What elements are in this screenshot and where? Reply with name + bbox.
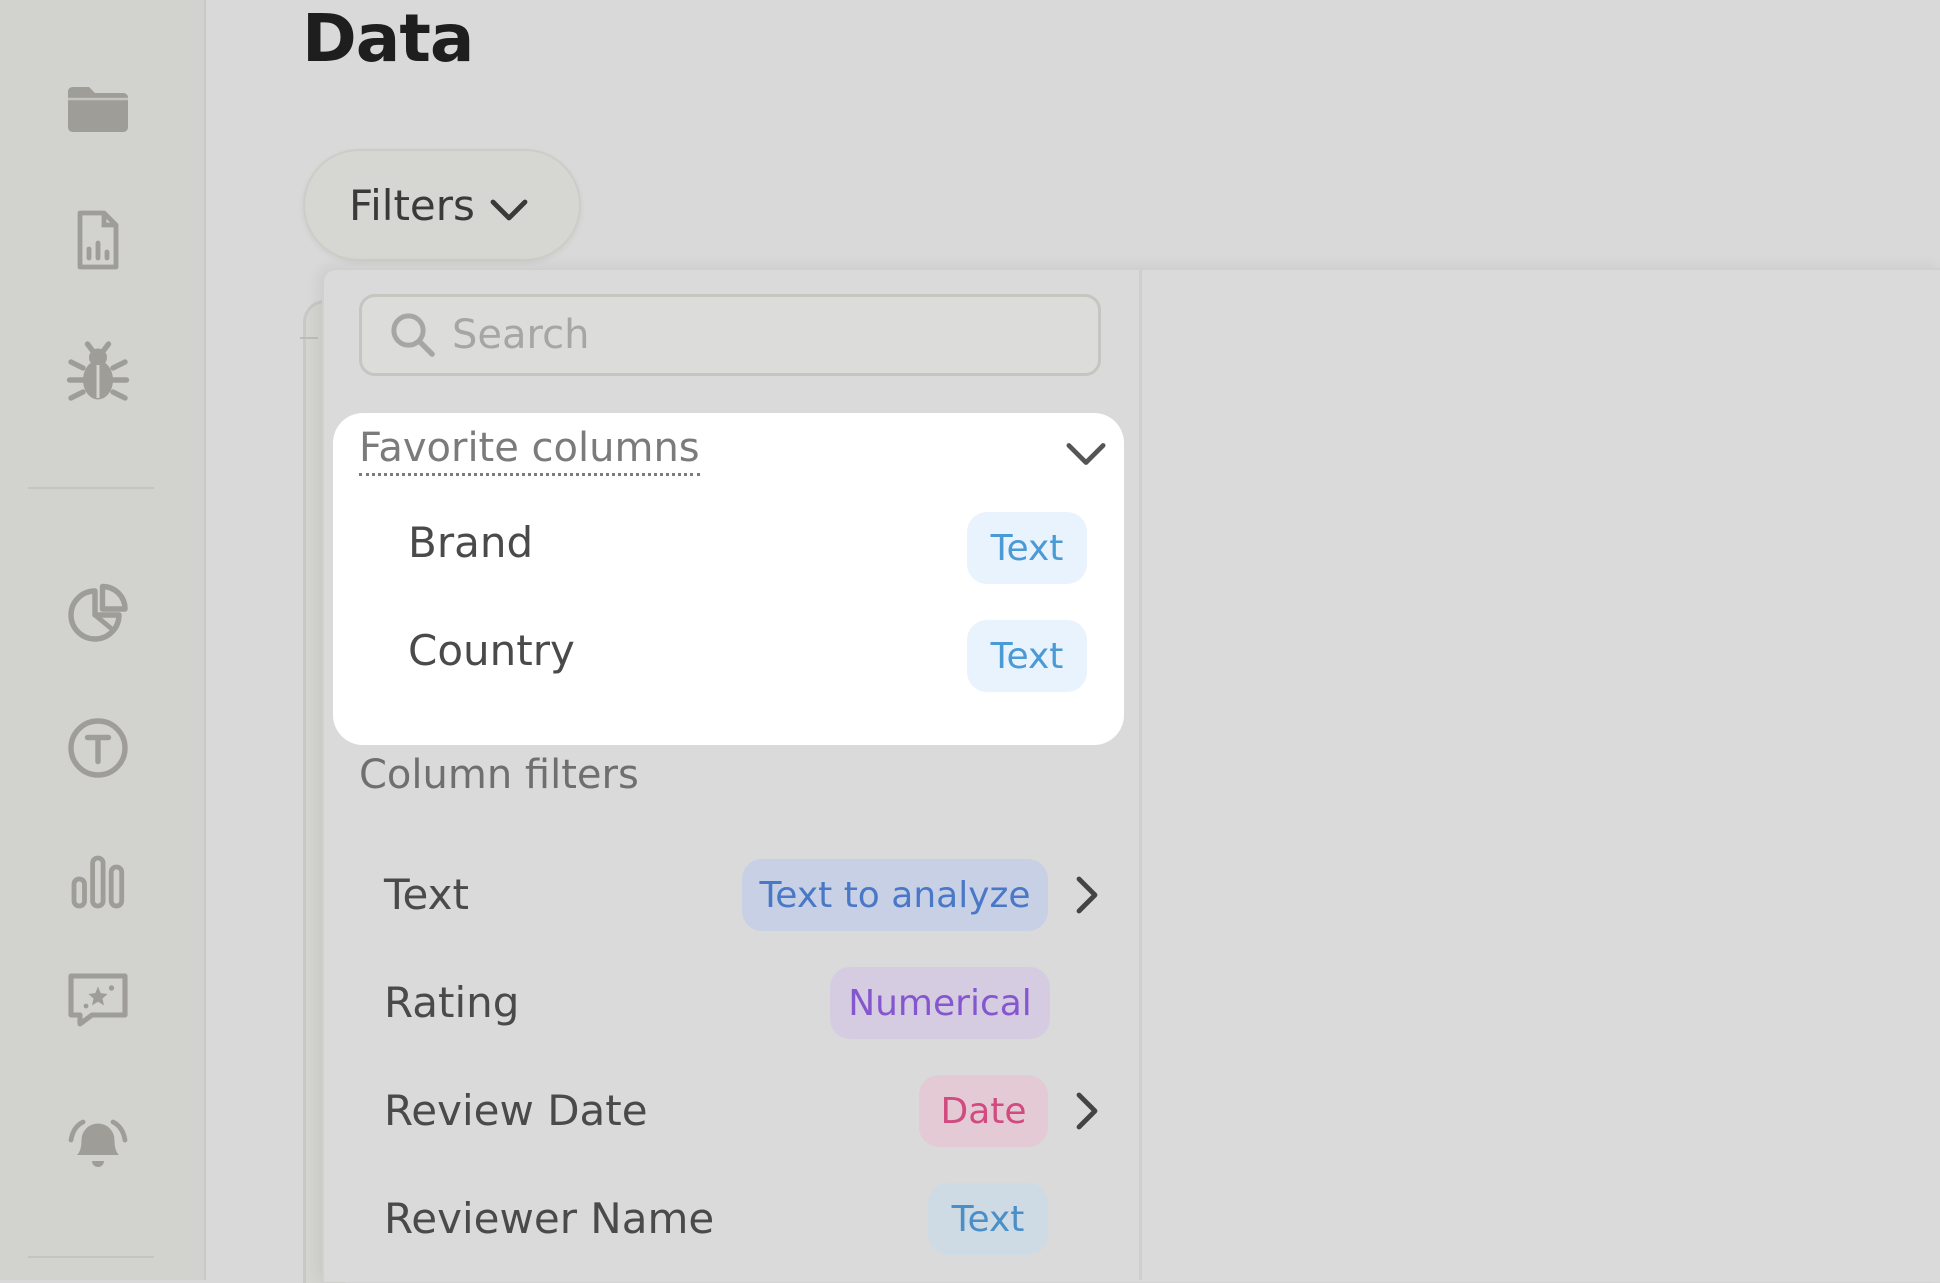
column-filter-row[interactable]: Reviewer Name Text	[350, 1169, 1110, 1269]
panel-divider	[1139, 270, 1142, 1280]
column-filter-label: Reviewer Name	[384, 1194, 715, 1243]
type-badge: Text to analyze	[742, 859, 1048, 931]
text-circle-icon[interactable]	[58, 708, 138, 788]
column-filter-label: Rating	[384, 978, 520, 1027]
column-filter-row[interactable]: Rating Numerical	[350, 953, 1110, 1053]
sidebar-divider	[28, 1256, 154, 1258]
search-field[interactable]	[359, 294, 1101, 376]
filters-label: Filters	[349, 180, 475, 230]
filters-button[interactable]: Filters	[303, 149, 581, 261]
chevron-down-icon	[490, 199, 528, 221]
search-input[interactable]	[450, 311, 1054, 359]
type-badge: Text	[967, 512, 1087, 584]
folder-icon[interactable]	[58, 68, 138, 148]
pie-chart-icon[interactable]	[58, 575, 138, 655]
type-badge: Numerical	[830, 967, 1050, 1039]
chevron-down-icon[interactable]	[1064, 439, 1108, 469]
favorite-row-label: Country	[408, 626, 575, 675]
column-filter-label: Text	[384, 870, 469, 919]
chevron-right-icon[interactable]	[1072, 873, 1102, 917]
favorite-row[interactable]: Brand Text	[373, 493, 1093, 593]
chevron-right-icon[interactable]	[1072, 1089, 1102, 1133]
bar-chart-icon[interactable]	[58, 842, 138, 922]
column-filter-row[interactable]: Text Text to analyze	[350, 845, 1110, 945]
type-badge: Text	[928, 1183, 1048, 1255]
bug-icon[interactable]	[58, 334, 138, 414]
favorite-row[interactable]: Country Text	[373, 601, 1093, 701]
bell-icon[interactable]	[58, 1100, 138, 1180]
column-filter-label: Review Date	[384, 1086, 648, 1135]
ai-chat-icon[interactable]	[58, 960, 138, 1040]
background-divider	[300, 337, 318, 339]
search-icon	[391, 313, 435, 357]
favorite-columns-title[interactable]: Favorite columns	[359, 425, 700, 476]
page-title: Data	[302, 0, 474, 77]
favorite-columns-section: Favorite columns Brand Text Country Text	[333, 413, 1124, 745]
type-badge: Date	[919, 1075, 1048, 1147]
sidebar-divider	[28, 487, 154, 489]
report-icon[interactable]	[58, 200, 138, 280]
column-filter-row[interactable]: Review Date Date	[350, 1061, 1110, 1161]
sidebar	[0, 0, 206, 1280]
type-badge: Text	[967, 620, 1087, 692]
favorite-row-label: Brand	[408, 518, 534, 567]
column-filters-title: Column filters	[359, 752, 639, 798]
